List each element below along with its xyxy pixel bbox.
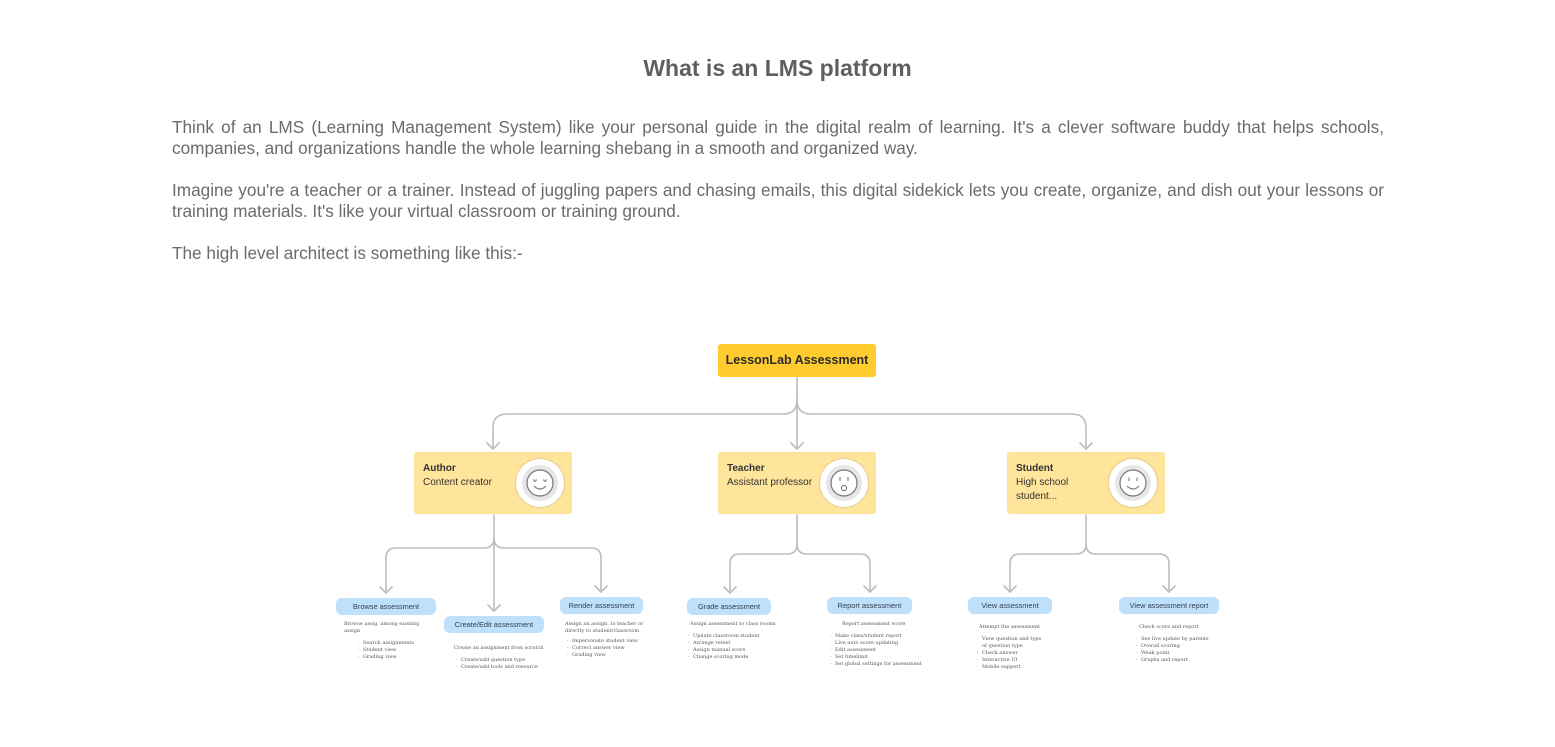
note-item: Live auto score updating	[830, 640, 923, 647]
action-grade-assessment: Grade assessment	[687, 598, 771, 615]
note-item: Student view	[358, 647, 436, 654]
note-description: Create an assignment from scratch	[454, 645, 544, 651]
note-item: See live update by parents	[1136, 636, 1219, 643]
action-render-assessment: Render assessment	[560, 597, 643, 614]
avatar	[1109, 459, 1157, 507]
note-item: Overall scoring	[1136, 643, 1219, 650]
note-item: Update classroom student	[688, 633, 782, 640]
smile-face-icon	[526, 469, 554, 497]
note-item: Mobile support	[977, 664, 1043, 671]
note-description: Check score and report	[1139, 624, 1199, 630]
note-item: Interactive UI	[977, 657, 1043, 664]
architecture-diagram: LessonLab Assessment Author Content crea…	[0, 0, 1555, 747]
note-item: Grading view	[358, 654, 436, 661]
smile-face-icon	[1119, 469, 1147, 497]
note-item: Create/add tools and resource	[456, 664, 546, 671]
role-description: Content creator	[423, 477, 492, 488]
note-item: Impersonate student view	[567, 638, 645, 645]
action-note: Report assessment score Make class/stude…	[830, 621, 923, 668]
note-description: Browse assig. among existing assign	[344, 621, 420, 634]
action-report-assessment: Report assessment	[827, 597, 912, 614]
action-view-assessment-report: View assessment report	[1119, 597, 1219, 614]
note-item: Assign manual score	[688, 647, 782, 654]
note-item: Edit assessment	[830, 647, 923, 654]
note-item: Correct answer view	[567, 645, 645, 652]
note-item: Set timelimit	[830, 654, 923, 661]
action-create-edit-assessment: Create/Edit assessment	[444, 616, 544, 633]
action-note: Assign an assign. to teacher or directly…	[565, 621, 645, 659]
avatar	[516, 459, 564, 507]
action-note: Browse assig. among existing assign Sear…	[344, 621, 436, 661]
role-description: Assistant professor	[727, 477, 813, 488]
role-node-teacher: Teacher Assistant professor	[718, 452, 876, 514]
surprised-face-icon	[830, 469, 858, 497]
note-description: Assign assessment to class rooms	[690, 621, 776, 627]
note-item: Set global settings for assessment	[830, 661, 923, 668]
note-item: Create/add question type	[456, 657, 546, 664]
note-item: View question and type of question type	[977, 636, 1043, 650]
note-item: Change scoring mode	[688, 654, 782, 661]
note-item: Graphs and report	[1136, 657, 1219, 664]
note-item: Arrange retest	[688, 640, 782, 647]
note-item: Make class/student report	[830, 633, 923, 640]
action-note: Check score and report See live update b…	[1136, 624, 1219, 664]
action-browse-assessment: Browse assessment	[336, 598, 436, 615]
role-description: High school student...	[1016, 477, 1069, 502]
note-item: Check answer	[977, 650, 1043, 657]
action-note: Create an assignment from scratch Create…	[454, 645, 546, 671]
note-description: Report assessment score	[842, 621, 906, 627]
note-item: Grading view	[567, 652, 645, 659]
role-node-student: Student High school student...	[1007, 452, 1165, 514]
role-node-author: Author Content creator	[414, 452, 572, 514]
action-note: Assign assessment to class rooms Update …	[688, 621, 782, 661]
note-description: Assign an assign. to teacher or directly…	[565, 621, 644, 634]
action-view-assessment: View assessment	[968, 597, 1052, 614]
avatar	[820, 459, 868, 507]
action-note: Attempt the assessment View question and…	[977, 624, 1043, 671]
note-item: Search assignments	[358, 640, 436, 647]
note-item: Weak point	[1136, 650, 1219, 657]
note-description: Attempt the assessment	[979, 624, 1040, 630]
root-node: LessonLab Assessment	[718, 344, 876, 377]
